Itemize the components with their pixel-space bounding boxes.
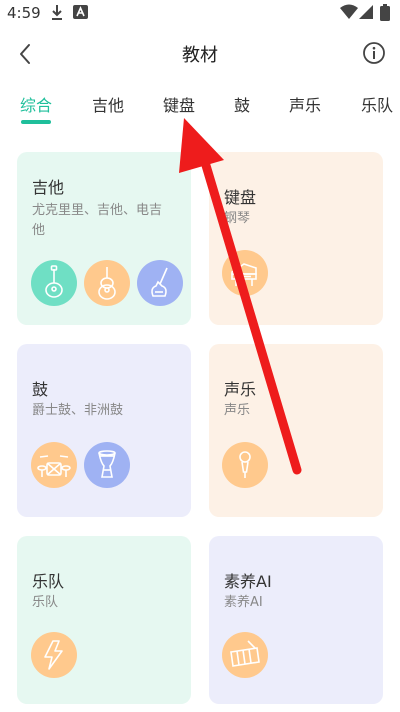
card-subtitle: 钢琴 <box>224 211 251 226</box>
card-title: 键盘 <box>224 188 257 207</box>
card-band[interactable]: 乐队 乐队 <box>17 536 191 704</box>
card-guitar[interactable]: 吉他 尤克里里、吉他、电吉他 <box>17 152 191 325</box>
acoustic-guitar-icon <box>84 260 130 306</box>
category-tabs: 综合 吉他 键盘 鼓 声乐 乐队 <box>0 80 400 126</box>
signal-icon <box>359 5 373 19</box>
ukulele-icon <box>31 260 77 306</box>
app-header: 教材 <box>0 28 400 80</box>
card-title: 乐队 <box>32 572 65 591</box>
piano-icon <box>222 250 268 296</box>
info-icon[interactable] <box>362 41 386 65</box>
card-subtitle: 乐队 <box>32 595 59 610</box>
card-subtitle: 声乐 <box>224 403 251 418</box>
card-subtitle: 爵士鼓、非洲鼓 <box>32 403 124 418</box>
drum-kit-icon <box>31 442 77 488</box>
xylophone-icon <box>222 632 268 678</box>
tab-band[interactable]: 乐队 <box>361 92 393 116</box>
card-subtitle: 素养AI <box>224 595 263 610</box>
card-title: 素养AI <box>224 572 272 591</box>
battery-icon <box>380 4 390 21</box>
card-vocal[interactable]: 声乐 声乐 <box>209 344 383 517</box>
tab-drum[interactable]: 鼓 <box>234 92 250 116</box>
page-title: 教材 <box>182 45 218 66</box>
keyboard-app-icon <box>73 5 88 19</box>
card-subtitle: 尤克里里、吉他、电吉他 <box>32 203 163 238</box>
card-ai[interactable]: 素养AI 素养AI <box>209 536 383 704</box>
tab-general[interactable]: 综合 <box>20 92 52 116</box>
djembe-icon <box>84 442 130 488</box>
microphone-icon <box>222 442 268 488</box>
status-bar: 4:59 <box>0 0 400 28</box>
wifi-icon <box>340 4 358 19</box>
lightning-icon <box>31 632 77 678</box>
tab-vocal[interactable]: 声乐 <box>289 92 321 116</box>
card-title: 鼓 <box>32 380 49 399</box>
status-time: 4:59 <box>7 4 41 22</box>
tab-guitar[interactable]: 吉他 <box>92 92 124 116</box>
active-tab-indicator <box>21 120 51 124</box>
card-title: 声乐 <box>224 380 257 399</box>
card-drum[interactable]: 鼓 爵士鼓、非洲鼓 <box>17 344 191 517</box>
download-icon <box>52 5 62 20</box>
electric-guitar-icon <box>137 260 183 306</box>
tab-keyboard[interactable]: 键盘 <box>163 92 195 116</box>
card-title: 吉他 <box>32 178 65 197</box>
card-keyboard[interactable]: 键盘 钢琴 <box>209 152 383 325</box>
